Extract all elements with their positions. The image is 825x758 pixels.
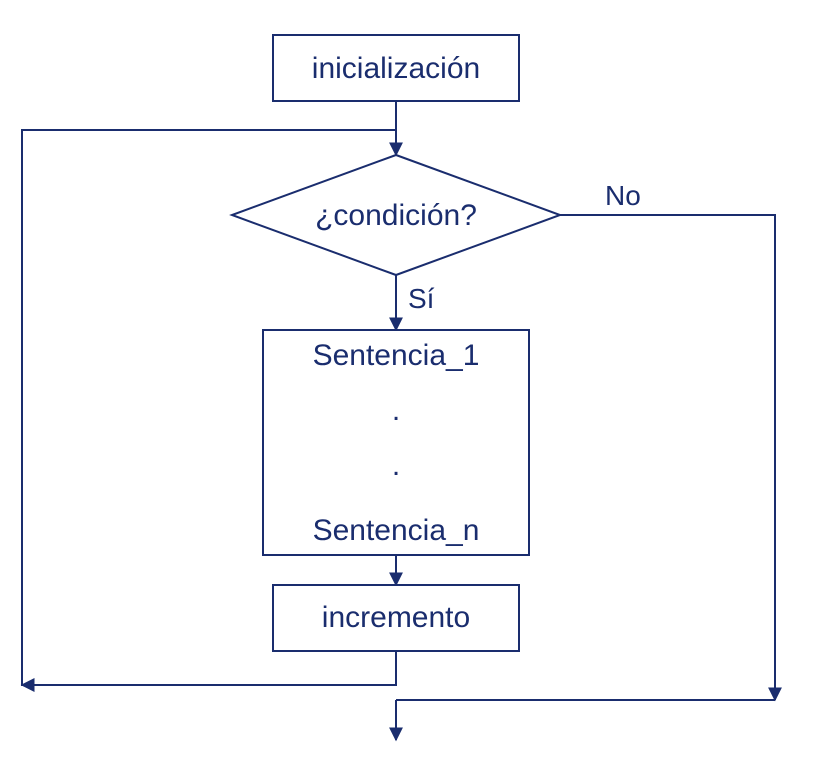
statement-last-label: Sentencia_n xyxy=(313,514,480,547)
for-loop-flowchart: inicialización ¿condición? Sí No Sentenc… xyxy=(0,0,825,758)
statement-first-label: Sentencia_1 xyxy=(313,339,480,372)
no-branch-label: No xyxy=(605,180,641,211)
yes-branch-label: Sí xyxy=(408,283,435,314)
arrow-no-branch xyxy=(560,215,775,700)
initialization-label: inicialización xyxy=(312,52,480,85)
statement-dot1: . xyxy=(392,394,400,427)
increment-label: incremento xyxy=(322,601,470,634)
statement-dot2: . xyxy=(392,449,400,482)
condition-label: ¿condición? xyxy=(315,199,477,232)
